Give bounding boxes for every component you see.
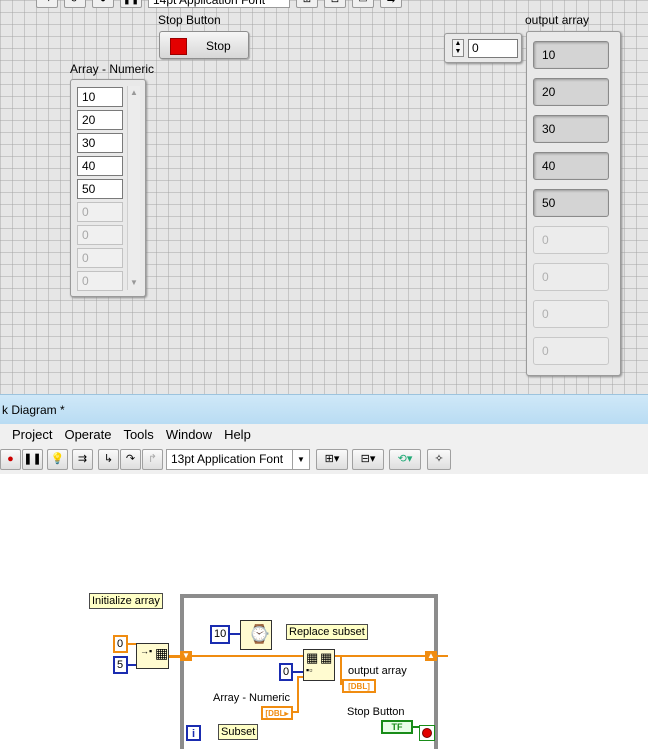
reorder-icon[interactable]: ⇆	[380, 0, 402, 8]
wire-element	[128, 643, 136, 645]
menu-window[interactable]: Window	[160, 424, 218, 446]
array-numeric-terminal[interactable]: [DBL▸	[261, 706, 293, 720]
index-constant[interactable]: 0	[279, 663, 293, 681]
wait-ms-node[interactable]: ⌚	[240, 620, 272, 650]
replace-array-subset-node[interactable]: ▦ ▦ ▪▫	[303, 649, 335, 681]
shift-register-left-icon: ▼	[180, 651, 192, 661]
highlight-execution-icon[interactable]: 💡	[47, 449, 68, 470]
output-element: 30	[533, 115, 609, 143]
wire-out	[436, 655, 448, 657]
step-over-icon[interactable]: ↷	[120, 449, 141, 470]
stop-button-label: Stop Button	[158, 13, 221, 27]
cleanup-diagram-icon[interactable]: ✧	[427, 449, 451, 470]
array-element[interactable]: 50	[77, 179, 123, 199]
array-element[interactable]: 40	[77, 156, 123, 176]
array-numeric-label: Array - Numeric	[70, 62, 155, 76]
stop-led-icon	[170, 38, 187, 55]
chevron-down-icon: ▼	[292, 450, 309, 469]
array-numeric-control[interactable]: 10 20 30 40 50 0 0 0 0 ▲ ▼	[70, 79, 146, 297]
abort-icon[interactable]: ●	[0, 449, 21, 470]
wire-size	[128, 664, 136, 666]
front-panel: ⇨ ⟳ ● ❚❚ 14pt Application Font ⊞ ⊟ ▭ ⇆ S…	[0, 0, 648, 394]
front-panel-toolbar: ⇨ ⟳ ● ❚❚ 14pt Application Font ⊞ ⊟ ▭ ⇆	[0, 0, 402, 8]
array-numeric-terminal-label: Array - Numeric	[213, 692, 291, 704]
output-element-empty: 0	[533, 300, 609, 328]
align-objects-icon[interactable]: ⊞▾	[316, 449, 348, 470]
font-selector[interactable]: 14pt Application Font	[148, 0, 290, 8]
wire-array-in	[295, 655, 303, 657]
output-element-empty: 0	[533, 337, 609, 365]
run-arrow-icon[interactable]: ⇨	[36, 0, 58, 8]
wire-subset-vertical	[297, 676, 299, 712]
array-element-empty[interactable]: 0	[77, 225, 123, 245]
array-element[interactable]: 10	[77, 87, 123, 107]
initialize-array-node[interactable]: →▪ ▦	[136, 643, 169, 669]
abort-icon[interactable]: ●	[92, 0, 114, 8]
index-value[interactable]: 0	[468, 39, 518, 58]
output-element: 20	[533, 78, 609, 106]
stop-button-terminal[interactable]: TF	[381, 720, 413, 734]
iteration-terminal[interactable]: i	[186, 725, 201, 741]
output-element-empty: 0	[533, 263, 609, 291]
wait-ms-constant[interactable]: 10	[210, 625, 230, 644]
stop-button-text: Stop	[206, 39, 231, 53]
block-diagram-title-bar: k Diagram *	[0, 394, 648, 424]
output-element: 40	[533, 152, 609, 180]
output-array-indicator: 10 20 30 40 50 0 0 0 0	[526, 31, 621, 376]
array-element[interactable]: 20	[77, 110, 123, 130]
array-scrollbar[interactable]: ▲ ▼	[127, 86, 140, 290]
block-diagram-canvas: Initialize array 0 5 →▪ ▦ ▼ ▲ 10 ⌚ Repla…	[0, 474, 648, 749]
font-selector-text: 13pt Application Font	[171, 452, 284, 466]
init-element-constant[interactable]: 0	[113, 635, 128, 653]
pause-icon[interactable]: ❚❚	[22, 449, 43, 470]
loop-condition-icon[interactable]	[419, 725, 435, 741]
array-element-empty[interactable]: 0	[77, 248, 123, 268]
menu-project[interactable]: Project	[0, 424, 58, 446]
menu-tools[interactable]: Tools	[117, 424, 159, 446]
resize-objects-icon[interactable]: ▭	[352, 0, 374, 8]
init-size-constant[interactable]: 5	[113, 656, 128, 674]
wire-index	[293, 671, 303, 673]
run-continuous-icon[interactable]: ⟳	[64, 0, 86, 8]
output-array-label: output array	[525, 13, 590, 27]
stop-button-terminal-label: Stop Button	[347, 706, 405, 718]
wire-wait	[230, 633, 240, 635]
output-array-index-display[interactable]: ▲ ▼ 0	[444, 33, 522, 63]
block-diagram-toolbar: ● ❚❚ 💡 ⇉ ↳ ↷ ↱ 13pt Application Font ▼ ⊞…	[0, 446, 648, 475]
stop-condition-icon	[422, 728, 432, 738]
pause-icon[interactable]: ❚❚	[120, 0, 142, 8]
index-spinner-icon[interactable]: ▲ ▼	[452, 39, 464, 57]
output-element-empty: 0	[533, 226, 609, 254]
align-objects-icon[interactable]: ⊞	[296, 0, 318, 8]
subset-label: Subset	[218, 724, 259, 740]
array-numeric-dbl: DBL	[268, 709, 285, 718]
menu-operate[interactable]: Operate	[58, 424, 117, 446]
scroll-up-icon[interactable]: ▲	[129, 88, 139, 98]
output-array-terminal[interactable]: [DBL]	[342, 679, 376, 693]
output-element: 10	[533, 41, 609, 69]
array-element[interactable]: 30	[77, 133, 123, 153]
font-selector[interactable]: 13pt Application Font ▼	[166, 449, 310, 470]
scroll-down-icon[interactable]: ▼	[129, 278, 139, 288]
watch-icon: ⌚	[248, 624, 271, 644]
output-array-terminal-label: output array	[348, 665, 407, 677]
distribute-objects-icon[interactable]: ⊟▾	[352, 449, 384, 470]
stop-button[interactable]: Stop	[159, 31, 249, 59]
retain-wire-values-icon[interactable]: ⇉	[72, 449, 93, 470]
output-element: 50	[533, 189, 609, 217]
replace-subset-label: Replace subset	[286, 624, 368, 640]
output-array-dbl: DBL	[350, 682, 368, 691]
array-element-empty[interactable]: 0	[77, 271, 123, 291]
initialize-array-label: Initialize array	[89, 593, 163, 609]
reorder-icon[interactable]: ⟲▾	[389, 449, 421, 470]
step-out-icon[interactable]: ↱	[142, 449, 163, 470]
menu-bar: Project Operate Tools Window Help	[0, 424, 648, 446]
distribute-objects-icon[interactable]: ⊟	[324, 0, 346, 8]
array-element-empty[interactable]: 0	[77, 202, 123, 222]
menu-help[interactable]: Help	[218, 424, 257, 446]
step-into-icon[interactable]: ↳	[98, 449, 119, 470]
